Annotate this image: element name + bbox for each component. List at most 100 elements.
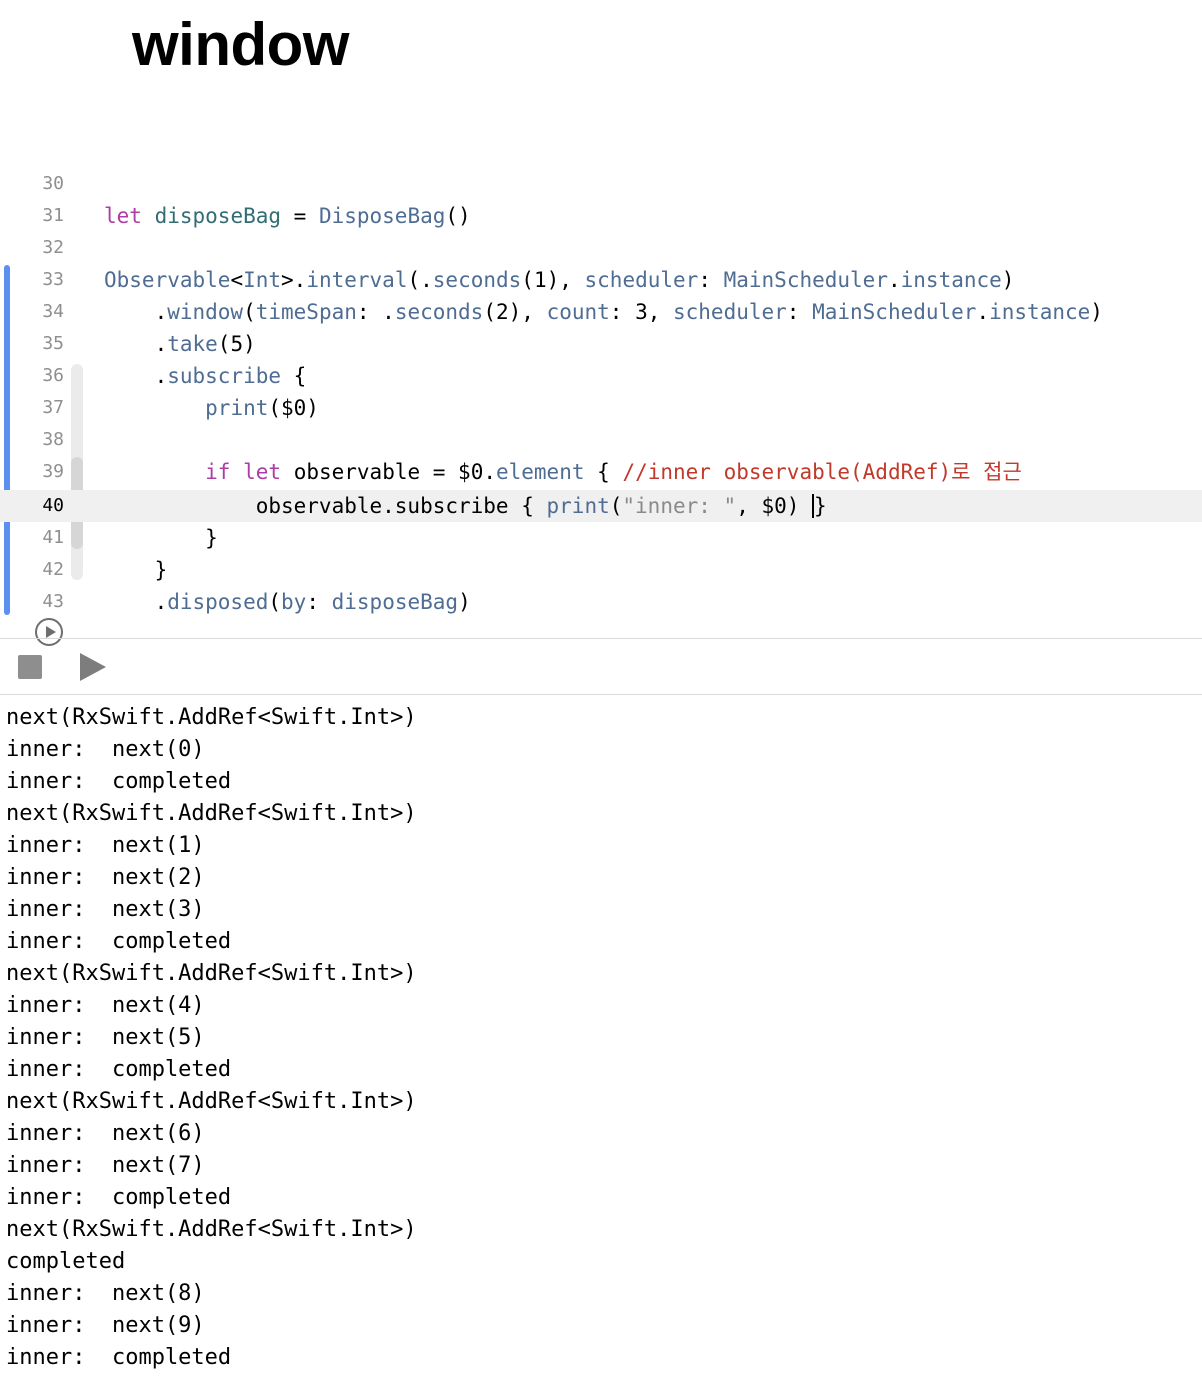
code-line[interactable]: 40 observable.subscribe { print("inner: …	[0, 490, 1202, 522]
console-line: next(RxSwift.AddRef<Swift.Int>)	[6, 705, 417, 730]
console-line: inner: completed	[6, 929, 232, 954]
run-line-icon[interactable]	[35, 618, 63, 646]
code-token: //inner observable(AddRef)로 접근	[622, 460, 1022, 484]
code-token: scheduler	[673, 300, 787, 324]
code-token: {	[584, 460, 623, 484]
code-text: .subscribe {	[104, 360, 307, 392]
code-token: , $0)	[736, 494, 813, 518]
code-token: count	[546, 300, 610, 324]
editor-divider	[0, 638, 1202, 639]
console-line: inner: next(0)	[6, 737, 205, 762]
code-token: :	[786, 300, 813, 324]
code-token: .	[104, 332, 168, 356]
line-number: 32	[42, 237, 64, 258]
code-line[interactable]: 37 print($0)	[0, 392, 1202, 424]
code-token: .	[887, 268, 901, 292]
console-line: next(RxSwift.AddRef<Swift.Int>)	[6, 801, 417, 826]
code-line[interactable]: 32	[0, 232, 1202, 264]
code-token: subscribe	[167, 364, 282, 388]
console-line: inner: completed	[6, 769, 232, 794]
code-token: (.	[407, 268, 433, 292]
code-token: ()	[445, 204, 471, 228]
code-token: scheduler	[584, 268, 699, 292]
code-line[interactable]: 34 .window(timeSpan: .seconds(2), count:…	[0, 296, 1202, 328]
code-token: <	[230, 268, 244, 292]
code-text: }	[104, 522, 218, 554]
code-token: {	[281, 364, 307, 388]
code-line[interactable]: 31 let disposeBag = DisposeBag()	[0, 200, 1202, 232]
code-token: if	[205, 460, 231, 484]
page-title: window	[132, 11, 349, 78]
code-token: instance	[989, 300, 1091, 324]
code-line[interactable]: 30	[0, 168, 1202, 200]
code-text: .disposed(by: disposeBag)	[104, 586, 471, 618]
code-token: DisposeBag	[318, 204, 446, 228]
code-token: ($0)	[268, 396, 319, 420]
code-token: Observable	[104, 268, 231, 292]
line-number: 42	[42, 559, 64, 580]
code-token: :	[698, 268, 724, 292]
code-token: window	[167, 300, 244, 324]
code-token: Int	[243, 268, 282, 292]
code-token: .	[104, 300, 168, 324]
console-line: inner: next(7)	[6, 1153, 205, 1178]
code-token: (	[268, 590, 282, 614]
code-text: }	[104, 554, 168, 586]
code-token: take	[167, 332, 218, 356]
code-token: disposeBag	[141, 204, 282, 228]
code-line[interactable]: 38	[0, 424, 1202, 456]
code-token: )	[1090, 300, 1103, 324]
line-number: 37	[42, 397, 64, 418]
code-token: (5)	[217, 332, 256, 356]
console-line: inner: next(1)	[6, 833, 205, 858]
code-token: "inner: "	[622, 494, 737, 518]
code-line[interactable]: 35 .take(5)	[0, 328, 1202, 360]
console-divider	[0, 694, 1202, 695]
code-token: timeSpan	[255, 300, 357, 324]
console-line: inner: next(8)	[6, 1281, 205, 1306]
stop-icon[interactable]	[18, 655, 42, 679]
code-token: (2),	[483, 300, 547, 324]
code-token: observable.subscribe {	[104, 494, 547, 518]
console-line: inner: next(2)	[6, 865, 205, 890]
code-token: }	[104, 526, 218, 550]
line-number: 31	[42, 205, 64, 226]
code-line[interactable]: 33 Observable<Int>.interval(.seconds(1), …	[0, 264, 1202, 296]
code-line[interactable]: 42 }	[0, 554, 1202, 586]
line-number: 36	[42, 365, 64, 386]
code-line[interactable]: 41 }	[0, 522, 1202, 554]
line-number: 34	[42, 301, 64, 322]
code-token: by	[281, 590, 307, 614]
console-line: inner: next(4)	[6, 993, 205, 1018]
code-token: : 3,	[609, 300, 673, 324]
code-token: print	[205, 396, 269, 420]
line-number: 40	[42, 495, 64, 516]
code-token: MainScheduler	[723, 268, 888, 292]
code-token: let	[243, 460, 282, 484]
code-line[interactable]: 43 .disposed(by: disposeBag)	[0, 586, 1202, 618]
play-icon[interactable]	[80, 653, 106, 681]
line-number: 41	[42, 527, 64, 548]
code-token: }	[812, 494, 827, 518]
line-number: 35	[42, 333, 64, 354]
code-token: .	[104, 590, 168, 614]
code-text: observable.subscribe { print("inner: ", …	[104, 490, 827, 522]
code-text: Observable<Int>.interval(.seconds(1), sc…	[104, 264, 1014, 296]
console-line: inner: next(6)	[6, 1121, 205, 1146]
code-token: (	[609, 494, 623, 518]
code-line[interactable]: 36 .subscribe {	[0, 360, 1202, 392]
code-token: print	[546, 494, 610, 518]
code-editor[interactable]: 30 31 let disposeBag = DisposeBag() 32 33 Obs…	[0, 168, 1202, 646]
code-line[interactable]: 39 if let observable = $0.element { //in…	[0, 456, 1202, 488]
code-token: let	[104, 204, 142, 228]
code-token: MainScheduler	[812, 300, 977, 324]
code-text: .window(timeSpan: .seconds(2), count: 3,…	[104, 296, 1103, 328]
line-number: 38	[42, 429, 64, 450]
code-token: .	[976, 300, 990, 324]
code-token: (1),	[521, 268, 585, 292]
code-token: )	[1001, 268, 1015, 292]
code-text: print($0)	[104, 392, 319, 424]
line-number: 30	[42, 173, 64, 194]
